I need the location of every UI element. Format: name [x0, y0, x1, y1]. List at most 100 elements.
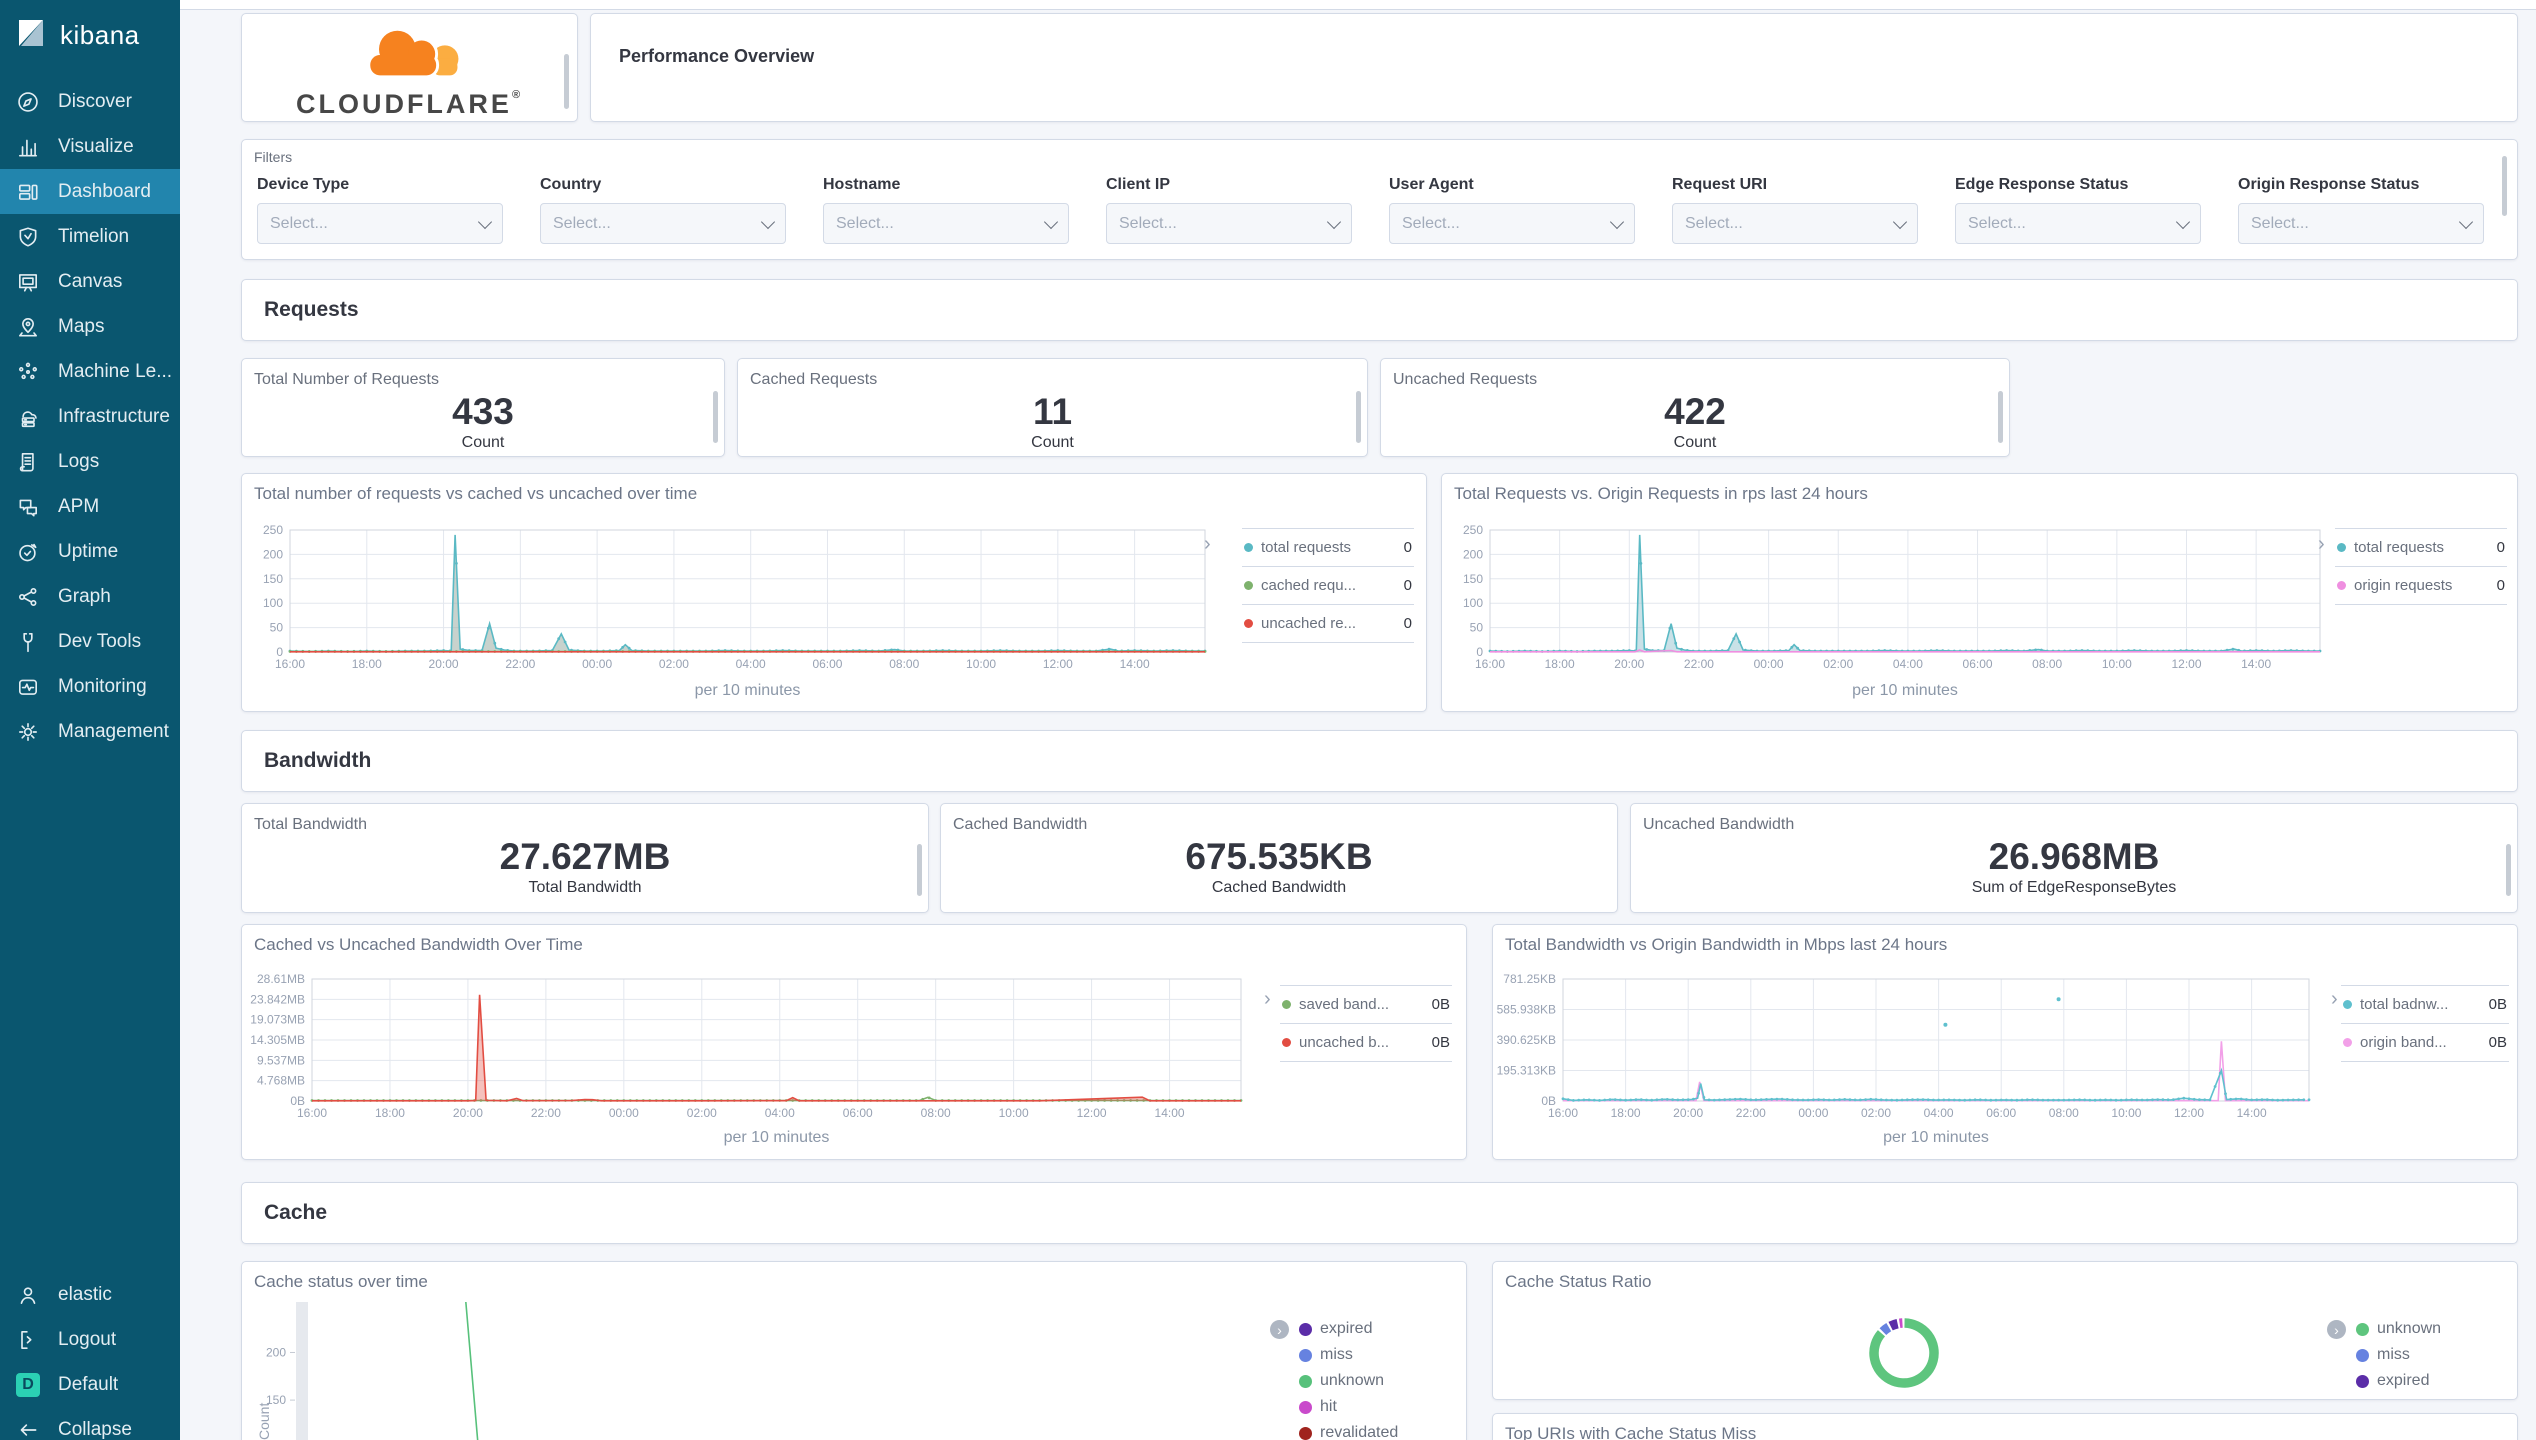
cache-status-ratio-donut[interactable]	[1854, 1303, 1954, 1400]
legend-toggle-icon[interactable]: ›	[1270, 1320, 1289, 1339]
panel-scrollbar[interactable]	[1356, 391, 1361, 443]
svg-text:18:00: 18:00	[375, 1106, 405, 1120]
sidebar-item-graph[interactable]: Graph	[0, 574, 180, 619]
sidebar-footer-label: Collapse	[58, 1418, 132, 1440]
filter-select[interactable]: Select...	[257, 203, 503, 244]
panel-scrollbar[interactable]	[2502, 156, 2507, 216]
filter-select[interactable]: Select...	[540, 203, 786, 244]
sidebar-item-label: Infrastructure	[58, 405, 170, 427]
svg-text:150: 150	[263, 572, 283, 586]
filter-select[interactable]: Select...	[1672, 203, 1918, 244]
sidebar-item-visualize[interactable]: Visualize	[0, 124, 180, 169]
filter-label: User Agent	[1389, 176, 1474, 193]
legend-item-uncached-re-[interactable]: uncached re... 0	[1242, 604, 1414, 643]
legend-toggle-icon[interactable]: ›	[2318, 534, 2325, 554]
svg-text:16:00: 16:00	[297, 1106, 327, 1120]
sidebar-footer-logout[interactable]: Logout	[0, 1317, 180, 1362]
sidebar-item-management[interactable]: Management	[0, 709, 180, 754]
chevron-down-icon	[1892, 214, 1908, 229]
legend-item-total-requests[interactable]: total requests 0	[1242, 528, 1414, 566]
legend-item-unknown[interactable]: unknown	[2356, 1316, 2441, 1342]
kibana-logo-icon	[14, 16, 48, 55]
filter-select[interactable]: Select...	[823, 203, 1069, 244]
sidebar-footer-default[interactable]: D Default	[0, 1362, 180, 1407]
legend-toggle-icon[interactable]: ›	[2331, 989, 2338, 1009]
svg-text:250: 250	[1463, 524, 1483, 537]
cache-status-over-time-chart[interactable]: 200150	[262, 1302, 1272, 1440]
svg-text:18:00: 18:00	[352, 657, 382, 671]
svg-text:04:00: 04:00	[1893, 657, 1923, 671]
legend-item-miss[interactable]: miss	[1299, 1342, 1398, 1368]
legend-item-hit[interactable]: hit	[1299, 1394, 1398, 1420]
sidebar-item-label: Uptime	[58, 540, 119, 562]
legend-item-unknown[interactable]: unknown	[1299, 1368, 1398, 1394]
svg-text:04:00: 04:00	[765, 1106, 795, 1120]
panel-scrollbar[interactable]	[1998, 391, 2003, 443]
total-vs-origin-bandwidth-chart[interactable]: 0B195.313KB390.625KB585.938KB781.25KB16:…	[1497, 973, 2319, 1141]
metric-title: Total Bandwidth	[254, 816, 367, 833]
total-vs-origin-requests-chart[interactable]: 05010015020025016:00 18:00 20:00 22:00 00:00…	[1442, 524, 2332, 692]
sidebar-item-discover[interactable]: Discover	[0, 79, 180, 124]
metric-value: 422	[1664, 391, 1726, 432]
legend-item-cached-requ-[interactable]: cached requ... 0	[1242, 566, 1414, 604]
sidebar-item-canvas[interactable]: Canvas	[0, 259, 180, 304]
legend-item-uncached-b-[interactable]: uncached b... 0B	[1280, 1023, 1452, 1062]
infrastructure-icon	[16, 405, 40, 429]
panel-scrollbar[interactable]	[564, 54, 569, 109]
sidebar-item-label: Logs	[58, 450, 100, 472]
sidebar-item-logs[interactable]: Logs	[0, 439, 180, 484]
legend-toggle-icon[interactable]: ›	[1264, 989, 1271, 1009]
sidebar-item-uptime[interactable]: Uptime	[0, 529, 180, 574]
panel-scrollbar[interactable]	[2506, 844, 2511, 896]
svg-text:18:00: 18:00	[1611, 1106, 1641, 1120]
filter-user-agent: User Agent Select...	[1389, 176, 1635, 244]
sidebar-item-dashboard[interactable]: Dashboard	[0, 169, 180, 214]
sidebar-item-maps[interactable]: Maps	[0, 304, 180, 349]
metric-cached-bandwidth: Cached Bandwidth 675.535KB Cached Bandwi…	[940, 803, 1618, 913]
svg-text:02:00: 02:00	[1861, 1106, 1891, 1120]
metric-unit: Total Bandwidth	[528, 878, 642, 896]
legend-item-hit[interactable]: hit	[2356, 1394, 2441, 1399]
kibana-dashboard-page: kibana Discover Visualize Dashboard Timelio…	[0, 0, 2536, 1440]
sidebar-footer-elastic[interactable]: elastic	[0, 1272, 180, 1317]
panel-scrollbar[interactable]	[713, 391, 718, 443]
series-color-dot	[2356, 1348, 2369, 1362]
kibana-brand[interactable]: kibana	[0, 0, 180, 65]
svg-text:06:00: 06:00	[843, 1106, 873, 1120]
svg-text:390.625KB: 390.625KB	[1497, 1033, 1556, 1047]
svg-text:04:00: 04:00	[1924, 1106, 1954, 1120]
sidebar-footer-collapse[interactable]: Collapse	[0, 1407, 180, 1440]
svg-text:06:00: 06:00	[1986, 1106, 2016, 1120]
filter-select[interactable]: Select...	[1106, 203, 1352, 244]
legend-item-expired[interactable]: expired	[2356, 1368, 2441, 1394]
filter-select[interactable]: Select...	[1389, 203, 1635, 244]
legend-item-expired[interactable]: expired	[1299, 1316, 1398, 1342]
series-color-dot	[2356, 1322, 2369, 1336]
legend-toggle-icon[interactable]: ›	[1204, 534, 1211, 554]
legend-item-saved-band-[interactable]: saved band... 0B	[1280, 985, 1452, 1023]
legend-item-revalidated[interactable]: revalidated	[1299, 1420, 1398, 1440]
legend-toggle-icon[interactable]: ›	[2327, 1320, 2346, 1339]
sidebar-item-infrastructure[interactable]: Infrastructure	[0, 394, 180, 439]
sidebar-item-label: Graph	[58, 585, 111, 607]
panel-scrollbar[interactable]	[917, 844, 922, 896]
sidebar-item-timelion[interactable]: Timelion	[0, 214, 180, 259]
svg-text:50: 50	[270, 621, 284, 635]
legend-item-total-requests[interactable]: total requests 0	[2335, 528, 2507, 566]
filter-select[interactable]: Select...	[2238, 203, 2484, 244]
legend-label: total badnw...	[2360, 996, 2449, 1013]
cached-vs-uncached-bandwidth-chart[interactable]: 0B4.768MB9.537MB14.305MB19.073MB23.842MB…	[246, 973, 1251, 1141]
legend-item-origin-band-[interactable]: origin band... 0B	[2341, 1023, 2509, 1062]
legend-value: 0	[1403, 539, 1412, 556]
sidebar-item-apm[interactable]: APM	[0, 484, 180, 529]
filter-select[interactable]: Select...	[1955, 203, 2201, 244]
requests-over-time-chart[interactable]: 05010015020025016:00 18:00 20:00 22:00 00:00…	[242, 524, 1217, 692]
legend-item-miss[interactable]: miss	[2356, 1342, 2441, 1368]
legend-item-total-badnw-[interactable]: total badnw... 0B	[2341, 985, 2509, 1023]
sidebar-item-machine-le[interactable]: Machine Le...	[0, 349, 180, 394]
legend-item-origin-requests[interactable]: origin requests 0	[2335, 566, 2507, 605]
sidebar-item-dev-tools[interactable]: Dev Tools	[0, 619, 180, 664]
sidebar-footer: elastic Logout D Default Collapse	[0, 1272, 180, 1440]
sidebar-item-monitoring[interactable]: Monitoring	[0, 664, 180, 709]
svg-text:22:00: 22:00	[1736, 1106, 1766, 1120]
